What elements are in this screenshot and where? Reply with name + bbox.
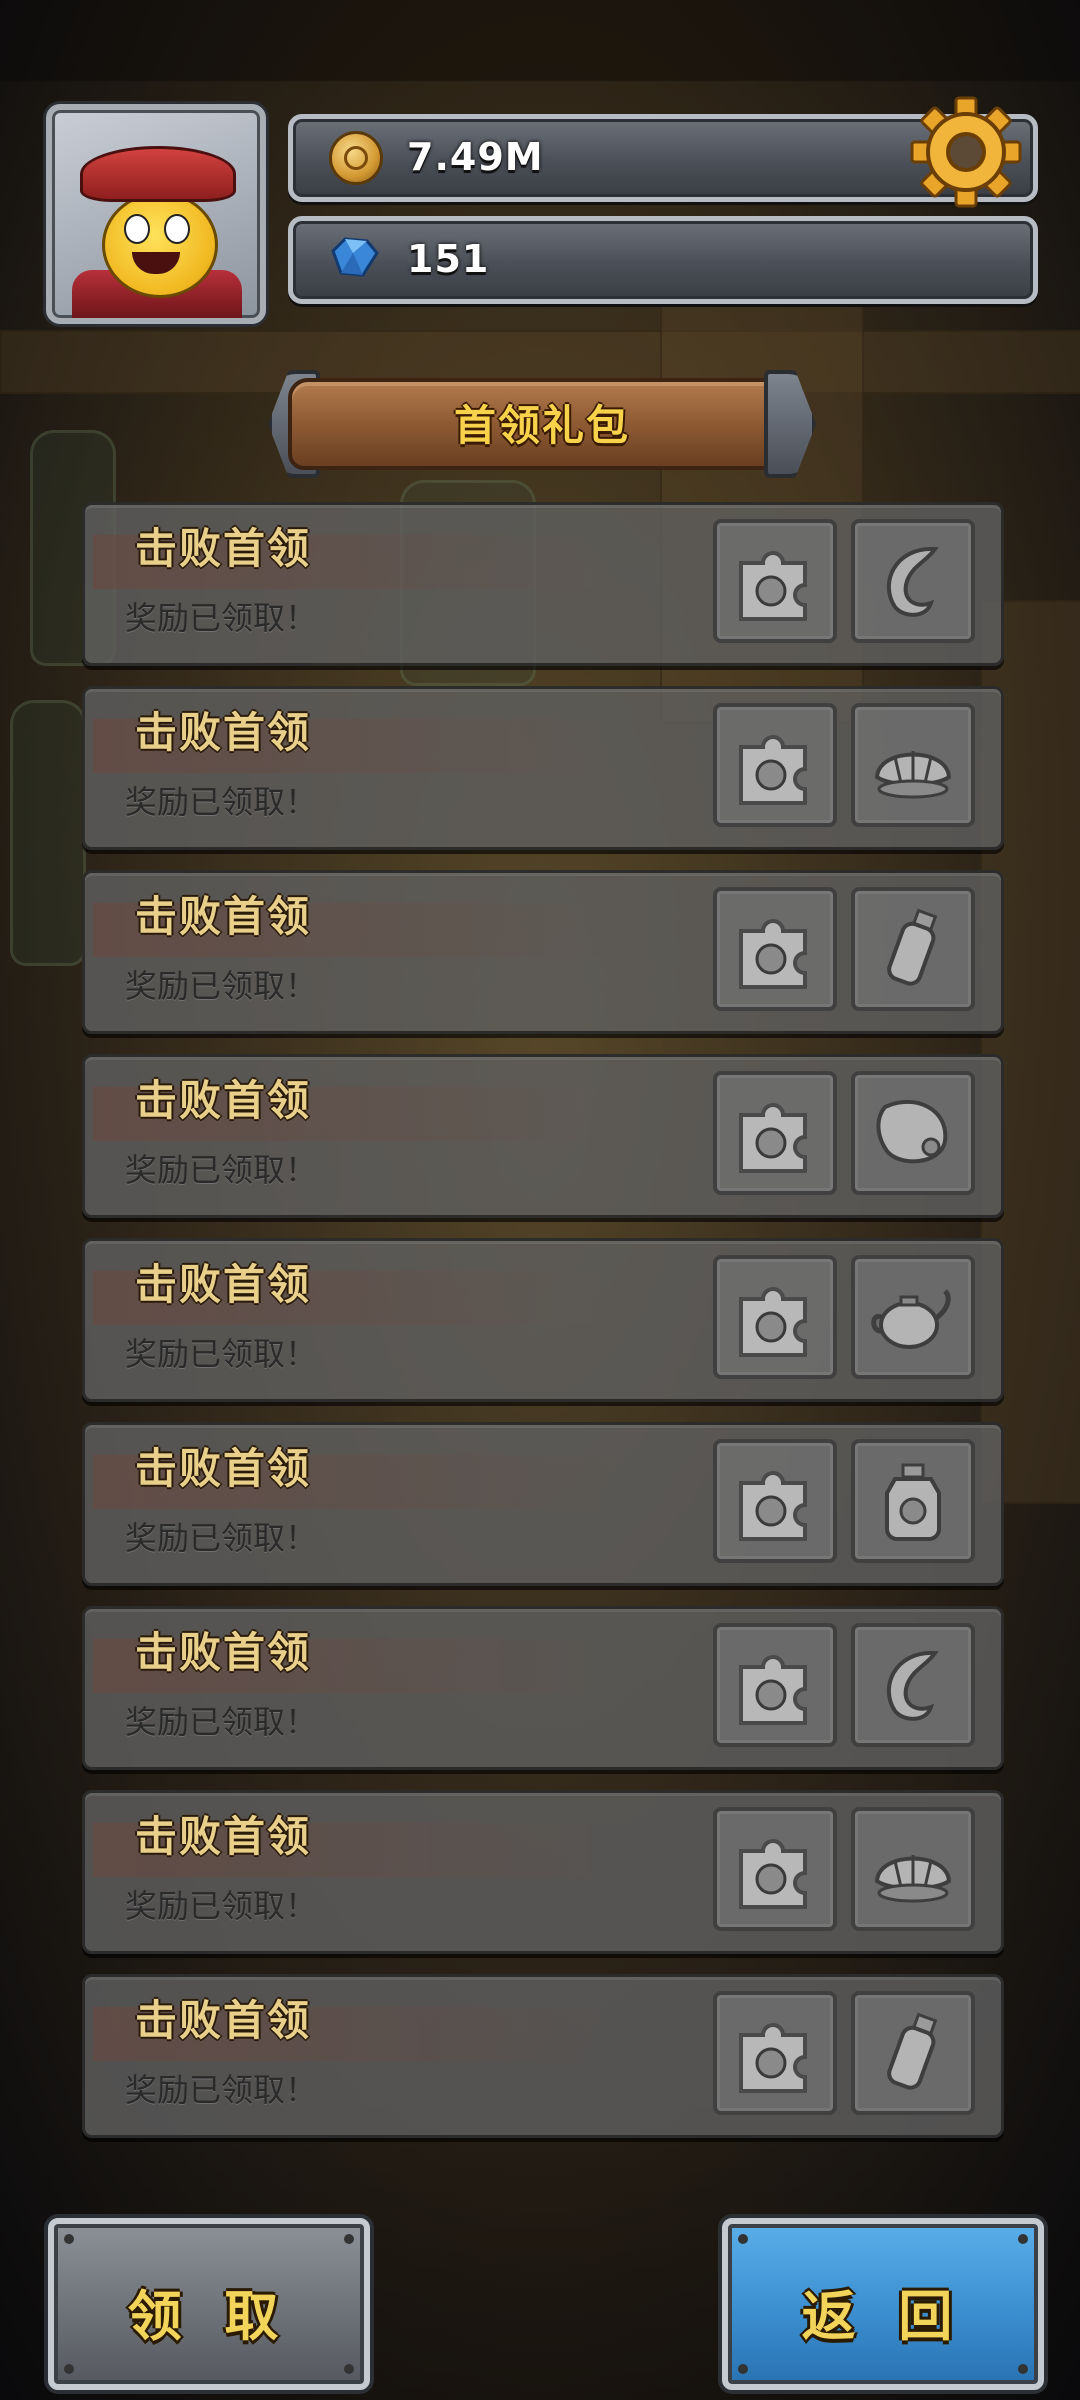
reward-slot[interactable] <box>851 1807 975 1931</box>
boss-reward-row[interactable]: 击败首领 奖励已领取！ <box>82 1606 1004 1770</box>
row-status: 奖励已领取！ <box>125 783 318 821</box>
back-button[interactable]: 返 回 <box>722 2218 1044 2390</box>
rivet <box>1018 2234 1028 2244</box>
meat-icon <box>876 1099 948 1164</box>
reward-slot[interactable] <box>713 1071 837 1195</box>
horn-icon <box>886 546 939 617</box>
row-title: 击败首领 <box>135 1076 312 1125</box>
reward-slot[interactable] <box>713 519 837 643</box>
rivet <box>64 2234 74 2244</box>
reward-slot[interactable] <box>713 1807 837 1931</box>
reward-slot[interactable] <box>851 1071 975 1195</box>
claim-button-label: 领 取 <box>127 2285 291 2348</box>
potion-jar-icon <box>885 1463 941 1541</box>
rivet <box>344 2234 354 2244</box>
puzzle-piece-icon <box>739 735 807 805</box>
boss-reward-row[interactable]: 击败首领 奖励已领取！ <box>82 1238 1004 1402</box>
bottle-icon <box>887 2012 938 2090</box>
avatar-hat <box>80 146 236 202</box>
reward-slot[interactable] <box>713 1439 837 1563</box>
row-title: 击败首领 <box>135 892 312 941</box>
row-status: 奖励已领取！ <box>125 1151 318 1189</box>
panel-title: 首领礼包 <box>453 401 630 450</box>
boss-reward-row[interactable]: 击败首领 奖励已领取！ <box>82 502 1004 666</box>
row-title: 击败首领 <box>135 708 312 757</box>
row-status: 奖励已领取！ <box>125 967 318 1005</box>
gear-icon[interactable] <box>910 96 1022 208</box>
reward-slot[interactable] <box>713 1991 837 2115</box>
boss-reward-row[interactable]: 击败首领 奖励已领取！ <box>82 1054 1004 1218</box>
row-title: 击败首领 <box>135 1812 312 1861</box>
rivet <box>344 2364 354 2374</box>
boss-reward-row[interactable]: 击败首领 奖励已领取！ <box>82 870 1004 1034</box>
reward-slot[interactable] <box>713 703 837 827</box>
boss-reward-row[interactable]: 击败首领 奖励已领取！ <box>82 686 1004 850</box>
rivet <box>738 2234 748 2244</box>
reward-slot[interactable] <box>851 1991 975 2115</box>
reward-slot[interactable] <box>851 703 975 827</box>
avatar-face <box>102 192 218 298</box>
row-title: 击败首领 <box>135 1628 312 1677</box>
reward-slot[interactable] <box>851 887 975 1011</box>
reward-slot[interactable] <box>851 1623 975 1747</box>
row-status: 奖励已领取！ <box>125 1519 318 1557</box>
row-status: 奖励已领取！ <box>125 2071 318 2109</box>
background-bottle <box>10 700 86 966</box>
game-screen: 7.49M 151 首领礼包 击败首领 奖励已领取！ 击败首领 奖励已领取！ 击… <box>0 0 1080 2400</box>
puzzle-piece-icon <box>739 1103 807 1173</box>
reward-slot[interactable] <box>851 1439 975 1563</box>
claim-button[interactable]: 领 取 <box>48 2218 370 2390</box>
rivet <box>64 2364 74 2374</box>
boss-reward-row[interactable]: 击败首领 奖励已领取！ <box>82 1422 1004 1586</box>
row-status: 奖励已领取！ <box>125 1887 318 1925</box>
reward-slot[interactable] <box>713 887 837 1011</box>
back-button-label: 返 回 <box>801 2285 965 2348</box>
puzzle-piece-icon <box>739 1655 807 1725</box>
reward-slot[interactable] <box>851 1255 975 1379</box>
coins-value: 7.49M <box>407 135 544 179</box>
shell-icon <box>874 751 952 799</box>
avatar-eye <box>124 214 150 244</box>
rivet <box>738 2364 748 2374</box>
row-title: 击败首领 <box>135 1444 312 1493</box>
puzzle-piece-icon <box>739 919 807 989</box>
row-status: 奖励已领取！ <box>125 1335 318 1373</box>
gems-bar: 151 <box>288 216 1038 304</box>
row-status: 奖励已领取！ <box>125 1703 318 1741</box>
boss-reward-row[interactable]: 击败首领 奖励已领取！ <box>82 1790 1004 1954</box>
puzzle-piece-icon <box>739 551 807 621</box>
reward-slot[interactable] <box>851 519 975 643</box>
shell-icon <box>874 1855 952 1903</box>
gem-icon <box>331 237 379 277</box>
avatar-eye <box>164 214 190 244</box>
puzzle-piece-icon <box>739 2023 807 2093</box>
gems-value: 151 <box>407 237 490 281</box>
bottle-icon <box>887 908 938 986</box>
reward-slot[interactable] <box>713 1255 837 1379</box>
puzzle-piece-icon <box>739 1839 807 1909</box>
rivet <box>1018 2364 1028 2374</box>
horn-icon <box>886 1650 939 1721</box>
row-status: 奖励已领取！ <box>125 599 318 637</box>
teapot-icon <box>871 1289 951 1349</box>
puzzle-piece-icon <box>739 1287 807 1357</box>
player-avatar[interactable] <box>46 104 266 324</box>
row-title: 击败首领 <box>135 524 312 573</box>
reward-slot[interactable] <box>713 1623 837 1747</box>
puzzle-piece-icon <box>739 1471 807 1541</box>
row-title: 击败首领 <box>135 1996 312 2045</box>
boss-reward-row[interactable]: 击败首领 奖励已领取！ <box>82 1974 1004 2138</box>
panel-title-plank: 首领礼包 <box>268 370 816 478</box>
coin-icon <box>329 131 383 185</box>
row-title: 击败首领 <box>135 1260 312 1309</box>
